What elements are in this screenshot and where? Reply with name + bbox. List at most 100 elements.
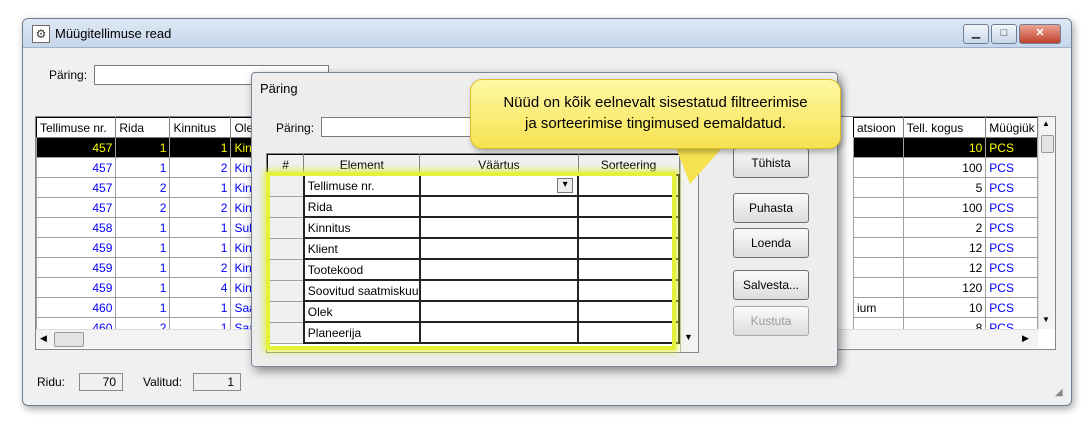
- table-row[interactable]: 459 1 2 Kinn: [35, 257, 266, 278]
- vertical-scrollbar[interactable]: ▲ ▼: [1038, 117, 1055, 329]
- scroll-up-icon[interactable]: ▲: [1042, 119, 1050, 128]
- cell-line[interactable]: 2: [115, 197, 171, 218]
- cell-conf[interactable]: 2: [169, 157, 232, 178]
- table-row[interactable]: 100 PCS: [853, 197, 1038, 218]
- cell-location[interactable]: [853, 137, 904, 158]
- cell-unit[interactable]: PCS: [985, 217, 1038, 238]
- cell-order[interactable]: 457: [35, 157, 117, 178]
- cell-location[interactable]: [853, 237, 904, 258]
- cell-location[interactable]: [853, 257, 904, 278]
- cell-unit[interactable]: PCS: [985, 297, 1038, 318]
- table-row[interactable]: 460 1 1 Saat: [35, 297, 266, 318]
- dialog-query-input[interactable]: [321, 117, 481, 137]
- table-row[interactable]: ium 10 PCS: [853, 297, 1038, 318]
- resize-grip-icon[interactable]: ◢: [1055, 387, 1063, 398]
- column-header-order[interactable]: Tellimuse nr.: [35, 117, 117, 138]
- cell-quantity[interactable]: 12: [902, 237, 987, 258]
- clear-button[interactable]: Puhasta: [733, 193, 809, 223]
- save-button[interactable]: Salvesta...: [733, 270, 809, 300]
- cell-order[interactable]: 459: [35, 237, 117, 258]
- table-row[interactable]: 2 PCS: [853, 217, 1038, 238]
- cell-order[interactable]: 459: [35, 257, 117, 278]
- cell-quantity[interactable]: 120: [902, 277, 987, 298]
- cell-line[interactable]: 1: [115, 217, 171, 238]
- cell-line[interactable]: 1: [115, 157, 171, 178]
- criteria-scroll-down-icon[interactable]: ▼: [684, 332, 693, 342]
- cell-location[interactable]: [853, 157, 904, 178]
- cell-line[interactable]: 1: [115, 277, 171, 298]
- cell-line[interactable]: 1: [115, 257, 171, 278]
- scroll-down-icon[interactable]: ▼: [1042, 315, 1050, 324]
- scroll-thumb[interactable]: [1041, 135, 1054, 153]
- column-header-quantity[interactable]: Tell. kogus: [902, 117, 987, 138]
- cell-location[interactable]: [853, 217, 904, 238]
- table-row[interactable]: 459 1 1 Kinn: [35, 237, 266, 258]
- table-row[interactable]: 10 PCS: [853, 137, 1038, 158]
- table-row[interactable]: 457 2 2 Kinn: [35, 197, 266, 218]
- cell-line[interactable]: 1: [115, 237, 171, 258]
- table-row[interactable]: 457 1 2 Kinn: [35, 157, 266, 178]
- cell-conf[interactable]: 1: [169, 137, 232, 158]
- cell-location[interactable]: [853, 277, 904, 298]
- delete-button[interactable]: Kustuta: [733, 306, 809, 336]
- cell-line[interactable]: 2: [115, 177, 171, 198]
- cell-order[interactable]: 457: [35, 197, 117, 218]
- cell-location[interactable]: [853, 177, 904, 198]
- cell-quantity[interactable]: 5: [902, 177, 987, 198]
- cell-order[interactable]: 457: [35, 177, 117, 198]
- cell-unit[interactable]: PCS: [985, 137, 1038, 158]
- cell-quantity[interactable]: 100: [902, 157, 987, 178]
- cell-conf[interactable]: 1: [169, 237, 232, 258]
- cell-unit[interactable]: PCS: [985, 277, 1038, 298]
- cell-location[interactable]: [853, 197, 904, 218]
- table-row[interactable]: 12 PCS: [853, 257, 1038, 278]
- table-row[interactable]: 459 1 4 Kinn: [35, 277, 266, 298]
- cell-unit[interactable]: PCS: [985, 257, 1038, 278]
- table-row[interactable]: 5 PCS: [853, 177, 1038, 198]
- cell-conf[interactable]: 1: [169, 177, 232, 198]
- cell-quantity[interactable]: 100: [902, 197, 987, 218]
- cell-order[interactable]: 458: [35, 217, 117, 238]
- load-button[interactable]: Loenda: [733, 228, 809, 258]
- horizontal-scroll-thumb[interactable]: [54, 332, 84, 347]
- cell-unit[interactable]: PCS: [985, 197, 1038, 218]
- cell-order[interactable]: 460: [35, 297, 117, 318]
- table-row[interactable]: 12 PCS: [853, 237, 1038, 258]
- table-row[interactable]: 457 1 1 Kinn: [35, 137, 266, 158]
- cancel-button[interactable]: Tühista: [733, 148, 809, 178]
- rows-label: Ridu:: [37, 375, 66, 389]
- cell-conf[interactable]: 2: [169, 257, 232, 278]
- maximize-icon[interactable]: □: [991, 24, 1017, 44]
- close-icon[interactable]: ✕: [1019, 24, 1061, 44]
- title-bar[interactable]: ⚙ Müügitellimuse read ▁ □ ✕: [23, 19, 1071, 48]
- cell-quantity[interactable]: 12: [902, 257, 987, 278]
- dialog-title: Päring: [260, 81, 298, 96]
- callout-line-1: Nüüd on kõik eelnevalt sisestatud filtre…: [503, 94, 808, 111]
- table-row[interactable]: 457 2 1 Kinn: [35, 177, 266, 198]
- table-row[interactable]: 458 1 1 Sule: [35, 217, 266, 238]
- cell-quantity[interactable]: 10: [902, 137, 987, 158]
- cell-unit[interactable]: PCS: [985, 237, 1038, 258]
- scroll-left-icon[interactable]: ◀: [40, 333, 47, 344]
- cell-unit[interactable]: PCS: [985, 157, 1038, 178]
- column-header-unit[interactable]: Müügiük: [985, 117, 1038, 138]
- cell-conf[interactable]: 4: [169, 277, 232, 298]
- column-header-line[interactable]: Rida: [115, 117, 171, 138]
- minimize-icon[interactable]: ▁: [963, 24, 989, 44]
- cell-line[interactable]: 1: [115, 137, 171, 158]
- cell-location[interactable]: ium: [853, 297, 904, 318]
- cell-conf[interactable]: 2: [169, 197, 232, 218]
- cell-order[interactable]: 459: [35, 277, 117, 298]
- cell-conf[interactable]: 1: [169, 217, 232, 238]
- cell-line[interactable]: 1: [115, 297, 171, 318]
- cell-conf[interactable]: 1: [169, 297, 232, 318]
- scroll-right-icon[interactable]: ▶: [1022, 333, 1029, 344]
- column-header-confirmation[interactable]: Kinnitus: [169, 117, 232, 138]
- cell-order[interactable]: 457: [35, 137, 117, 158]
- table-row[interactable]: 120 PCS: [853, 277, 1038, 298]
- cell-quantity[interactable]: 2: [902, 217, 987, 238]
- cell-quantity[interactable]: 10: [902, 297, 987, 318]
- column-header-location[interactable]: atsioon: [853, 117, 904, 138]
- table-row[interactable]: 100 PCS: [853, 157, 1038, 178]
- cell-unit[interactable]: PCS: [985, 177, 1038, 198]
